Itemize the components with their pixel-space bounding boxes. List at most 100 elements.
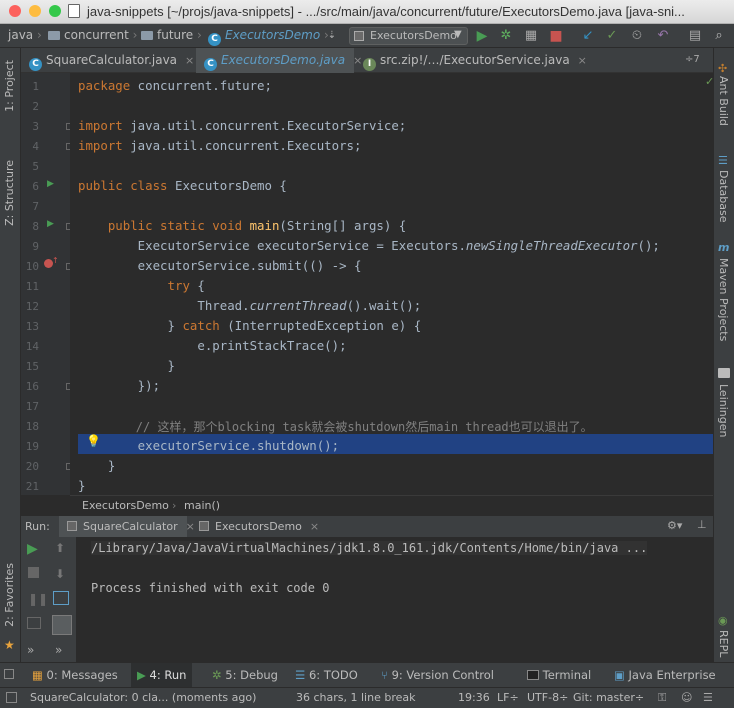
lightbulb-icon[interactable]: 💡 bbox=[86, 434, 101, 448]
tab-label: src.zip!/…/ExecutorService.java bbox=[380, 53, 570, 67]
run-icon[interactable]: ▶ bbox=[474, 28, 490, 44]
class-icon: C bbox=[204, 58, 217, 71]
close-tab-icon[interactable]: × bbox=[578, 54, 587, 67]
tab-label: ExecutorsDemo.java bbox=[221, 53, 346, 67]
rerun-icon[interactable]: ▶ bbox=[27, 541, 38, 557]
pause-icon[interactable]: ❚❚ bbox=[28, 592, 48, 606]
version-control-tool-button[interactable]: ⑂ 9: Version Control bbox=[381, 668, 494, 682]
maven-icon: m bbox=[718, 241, 730, 254]
inspector-icon[interactable]: ☺ bbox=[681, 691, 692, 704]
minimize-window-button[interactable] bbox=[29, 5, 41, 17]
breadcrumb-java[interactable]: java › bbox=[8, 28, 42, 42]
code-editor[interactable]: ✓ package concurrent.future; import java… bbox=[70, 73, 713, 495]
soft-wrap-icon[interactable] bbox=[53, 591, 69, 605]
git-branch[interactable]: Git: master÷ bbox=[573, 691, 644, 704]
class-icon: C bbox=[208, 33, 221, 46]
line-number: 21 bbox=[25, 480, 39, 493]
more-icon[interactable]: » bbox=[27, 643, 34, 657]
tabs-overflow-button[interactable]: ÷7 bbox=[685, 54, 700, 65]
run-config-label: ExecutorsDemo bbox=[370, 29, 457, 42]
console-output[interactable]: /Library/Java/JavaVirtualMachines/jdk1.8… bbox=[76, 537, 713, 662]
breadcrumb-concurrent[interactable]: concurrent › bbox=[48, 28, 137, 42]
run-gutter-icon[interactable]: ▶ bbox=[47, 219, 54, 229]
breadcrumb-class[interactable]: C ExecutorsDemo › bbox=[208, 28, 329, 46]
star-icon: ★ bbox=[4, 638, 15, 652]
repl-tool-button[interactable]: REPL bbox=[717, 630, 730, 657]
debug-icon[interactable]: ✲ bbox=[498, 28, 514, 44]
maven-tool-button[interactable]: Maven Projects bbox=[717, 258, 730, 341]
run-config-dropdown[interactable]: ExecutorsDemo ▼ bbox=[349, 27, 468, 45]
breadcrumb-separator: › bbox=[172, 499, 177, 512]
favorites-tool-button[interactable]: 2: Favorites bbox=[3, 563, 16, 627]
more-icon[interactable]: » bbox=[55, 643, 62, 657]
breadcrumb-class-item[interactable]: ExecutorsDemo bbox=[82, 499, 169, 512]
project-tool-button[interactable]: 1: Project bbox=[3, 60, 16, 112]
folder-icon bbox=[48, 31, 60, 40]
messages-tool-button[interactable]: ▦ 0: Messages bbox=[32, 668, 118, 682]
ant-build-tool-button[interactable]: Ant Build bbox=[717, 76, 730, 126]
event-log-icon[interactable]: ☰ bbox=[703, 691, 713, 704]
maximize-window-button[interactable] bbox=[49, 5, 61, 17]
close-window-button[interactable] bbox=[9, 5, 21, 17]
structure-tool-button[interactable]: Z: Structure bbox=[3, 160, 16, 226]
run-tab-square-calculator[interactable]: SquareCalculator × bbox=[59, 516, 195, 538]
tab-square-calculator[interactable]: C SquareCalculator.java × bbox=[21, 48, 195, 73]
folder-icon bbox=[141, 31, 153, 40]
debug-tool-button[interactable]: ✲ 5: Debug bbox=[212, 668, 278, 682]
run-tool-button[interactable]: ▶ 4: Run bbox=[131, 663, 193, 687]
database-tool-button[interactable]: Database bbox=[717, 170, 730, 223]
vcs-icon: ⑂ bbox=[381, 668, 388, 682]
stop-icon[interactable]: ■ bbox=[548, 28, 564, 44]
arrow-up-icon[interactable]: ⬆ bbox=[55, 541, 65, 555]
hide-panel-icon[interactable]: ⊥ bbox=[697, 518, 707, 531]
revert-icon[interactable]: ↶ bbox=[655, 28, 671, 44]
terminal-tool-button[interactable]: Terminal bbox=[527, 668, 591, 682]
dump-threads-icon[interactable] bbox=[27, 617, 41, 629]
breadcrumb-future[interactable]: future › bbox=[141, 28, 202, 42]
code-line-8: public static void main(String[] args) { bbox=[78, 218, 407, 233]
class-icon: C bbox=[29, 58, 42, 71]
scroll-to-end-icon[interactable] bbox=[52, 615, 72, 635]
inspection-ok-icon[interactable]: ✓ bbox=[705, 75, 713, 88]
line-separator[interactable]: LF÷ bbox=[497, 691, 519, 704]
tab-executors-demo[interactable]: C ExecutorsDemo.java × bbox=[196, 48, 362, 73]
lock-icon[interactable]: ⚿ bbox=[658, 691, 666, 705]
status-panel-icon[interactable] bbox=[6, 692, 17, 703]
search-icon[interactable]: ⌕ bbox=[711, 28, 727, 44]
java-enterprise-icon: ▣ bbox=[614, 668, 625, 682]
override-icon: ↑ bbox=[52, 256, 59, 265]
caret-position[interactable]: 19:36 bbox=[458, 691, 490, 704]
vcs-history-icon[interactable]: ⏲ bbox=[629, 28, 645, 44]
config-icon bbox=[199, 521, 209, 531]
vcs-commit-icon[interactable]: ✓ bbox=[604, 28, 620, 44]
messages-icon: ▦ bbox=[32, 668, 43, 682]
tab-executor-service[interactable]: Isrc.zip!/…/ExecutorService.java × bbox=[355, 48, 591, 73]
breadcrumb-method-item[interactable]: main() bbox=[184, 499, 220, 512]
todo-tool-button[interactable]: ☰ 6: TODO bbox=[295, 668, 358, 682]
run-tab-executors-demo[interactable]: ExecutorsDemo × bbox=[193, 516, 319, 538]
close-tab-icon[interactable]: × bbox=[185, 54, 194, 67]
coverage-icon[interactable]: ▦ bbox=[523, 28, 539, 44]
status-message[interactable]: SquareCalculator: 0 cla... (moments ago) bbox=[30, 691, 256, 704]
stop-icon[interactable] bbox=[28, 567, 39, 578]
code-line-1: package concurrent.future; bbox=[78, 78, 272, 93]
line-number: 19 bbox=[25, 440, 39, 453]
file-encoding[interactable]: UTF-8÷ bbox=[527, 691, 568, 704]
terminal-icon bbox=[527, 670, 539, 680]
vcs-update-icon[interactable]: ↙ bbox=[580, 28, 596, 44]
project-structure-icon[interactable]: ▤ bbox=[687, 28, 703, 44]
config-icon bbox=[67, 521, 77, 531]
build-project-icon[interactable]: ⇣ bbox=[324, 28, 340, 44]
toggle-panels-icon[interactable] bbox=[4, 669, 14, 679]
leiningen-tool-button[interactable]: Leiningen bbox=[717, 384, 730, 437]
java-enterprise-tool-button[interactable]: ▣ Java Enterprise bbox=[614, 668, 716, 682]
console-line: /Library/Java/JavaVirtualMachines/jdk1.8… bbox=[91, 541, 648, 555]
line-number: 8 bbox=[32, 220, 39, 233]
arrow-down-icon[interactable]: ⬇ bbox=[55, 567, 65, 581]
close-tab-icon[interactable]: × bbox=[310, 520, 319, 533]
leiningen-icon bbox=[718, 368, 730, 378]
gear-icon[interactable]: ⚙▾ bbox=[667, 519, 682, 532]
line-number: 15 bbox=[25, 360, 39, 373]
config-icon bbox=[354, 31, 364, 41]
run-gutter-icon[interactable]: ▶ bbox=[47, 179, 54, 189]
